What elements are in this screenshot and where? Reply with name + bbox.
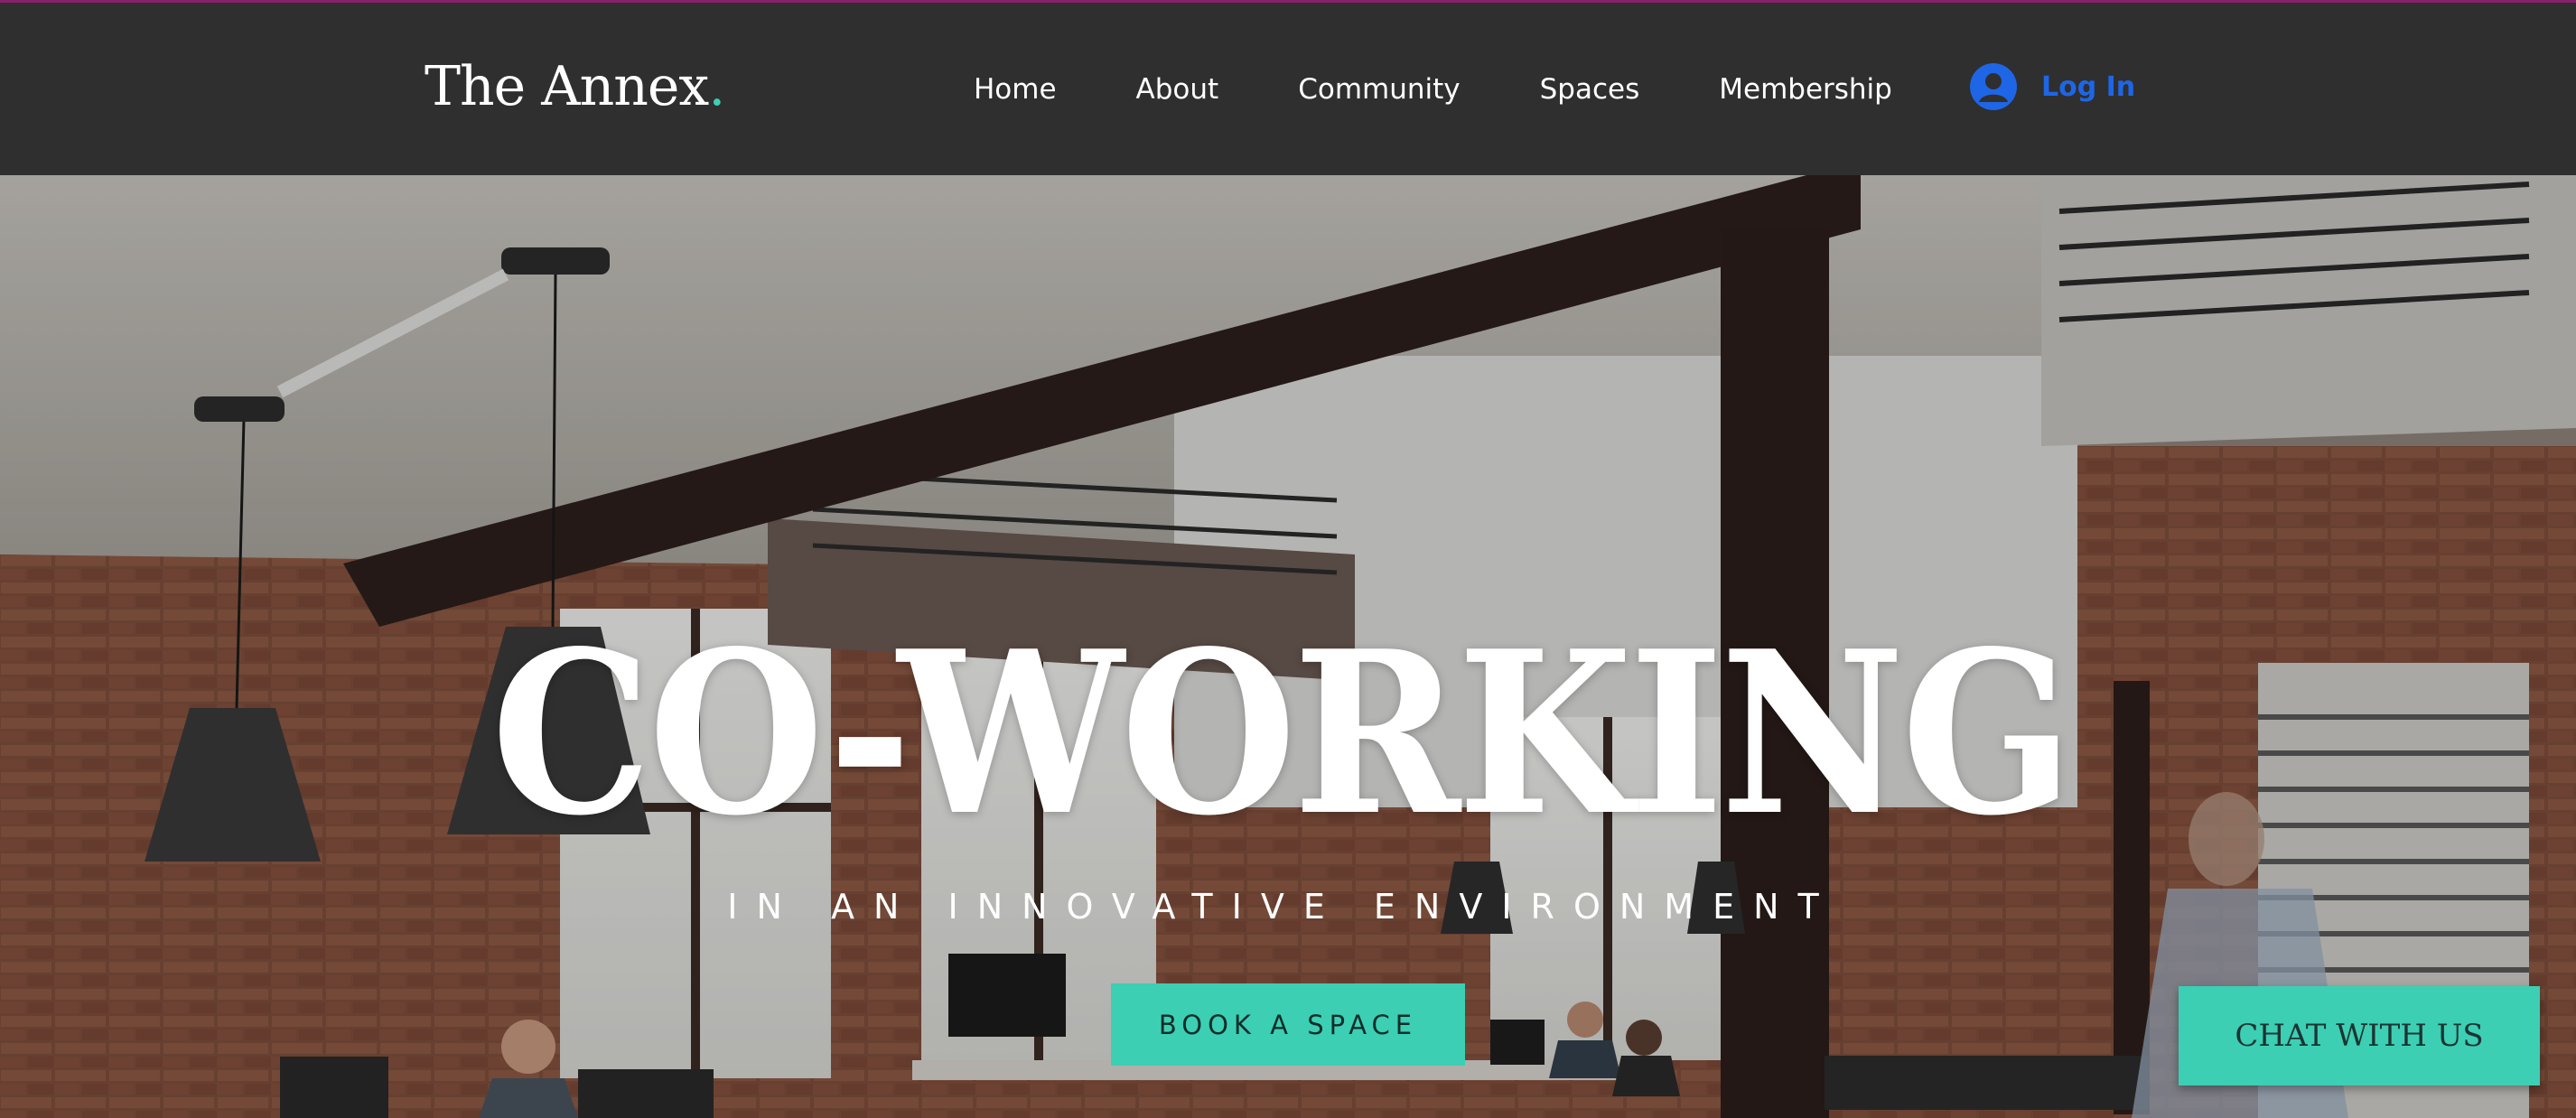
login-button[interactable]: Log In [1969, 62, 2135, 111]
book-a-space-button[interactable]: BOOK A SPACE [1111, 983, 1465, 1066]
logo-dot: . [708, 55, 725, 118]
nav-item-about[interactable]: About [1136, 73, 1219, 106]
nav-item-home[interactable]: Home [974, 73, 1057, 106]
main-nav: Home About Community Spaces Membership [974, 73, 1972, 106]
login-label: Log In [2041, 70, 2136, 103]
site-header: The Annex. Home About Community Spaces M… [0, 3, 2576, 175]
hero-subtitle: IN AN INNOVATIVE ENVIRONMENT [727, 887, 1838, 927]
hero-title: CO-WORKING [490, 602, 2074, 865]
site-logo[interactable]: The Annex. [425, 55, 725, 118]
hero-section: CO-WORKING IN AN INNOVATIVE ENVIRONMENT … [0, 175, 2576, 1118]
logo-text: The Annex [425, 55, 709, 118]
nav-item-membership[interactable]: Membership [1719, 73, 1892, 106]
user-avatar-icon [1970, 63, 2017, 110]
chat-with-us-button[interactable]: CHAT WITH US [2179, 986, 2540, 1085]
nav-item-community[interactable]: Community [1298, 73, 1460, 106]
nav-item-spaces[interactable]: Spaces [1540, 73, 1640, 106]
